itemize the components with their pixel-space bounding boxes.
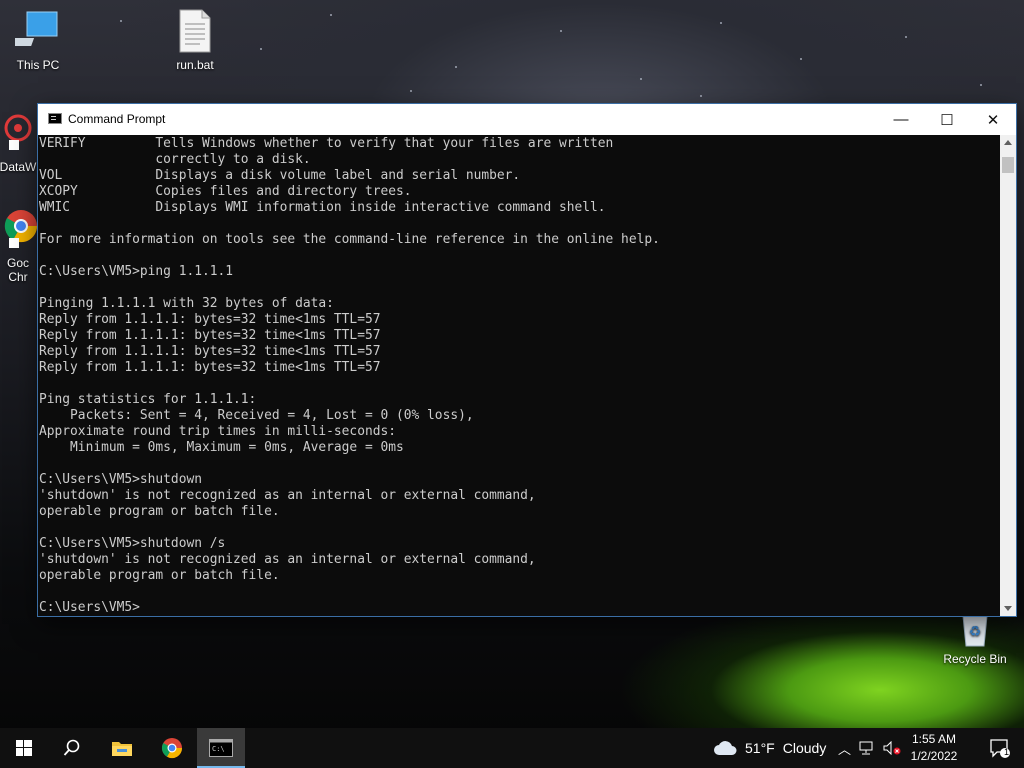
desktop-icon-this-pc[interactable]: This PC [0,8,76,72]
cmd-icon: C:\ [209,739,233,757]
desktop-icon-label: run.bat [176,58,214,72]
scrollbar-thumb[interactable] [1002,157,1014,173]
svg-text:C:\: C:\ [212,745,225,753]
windows-logo-icon [16,740,32,756]
search-icon [63,739,80,756]
clock-date: 1/2/2022 [910,749,958,763]
network-icon[interactable] [859,741,877,755]
window-title: Command Prompt [68,112,166,126]
taskbar: C:\ 51°F Cloudy ︿ 1:55 AM 1/2/2022 1 [0,728,1024,768]
desktop-icon-label: Recycle Bin [943,652,1007,666]
vertical-scrollbar[interactable] [1000,135,1016,616]
desktop-icon-label: This PC [16,58,60,72]
batch-file-icon [179,9,211,53]
computer-icon [15,11,58,46]
desktop-icon-recycle-bin[interactable]: ♻ Recycle Bin [937,612,1013,666]
terminal-output: VERIFY Tells Windows whether to verify t… [39,136,660,615]
cmd-icon [48,113,62,124]
folder-icon [112,742,132,756]
notification-center-button[interactable]: 1 [976,728,1024,768]
weather-condition: Cloudy [782,740,827,756]
chevron-up-icon[interactable]: ︿ [838,739,851,758]
terminal-area[interactable]: VERIFY Tells Windows whether to verify t… [38,135,1000,616]
weather-widget[interactable]: 51°F Cloudy [713,728,826,768]
datawrapper-icon [4,114,32,150]
minimize-button[interactable]: — [878,104,924,135]
cloud-icon [714,741,737,755]
command-prompt-window[interactable]: Command Prompt — ☐ ✕ VERIFY Tells Window… [38,104,1016,616]
notification-count-badge: 1 [1004,747,1010,757]
taskbar-chrome[interactable] [148,728,196,768]
clock-time: 1:55 AM [911,732,957,746]
clock[interactable]: 1:55 AM 1/2/2022 [899,731,969,765]
window-titlebar[interactable]: Command Prompt — ☐ ✕ [38,104,1016,135]
scroll-down-arrow-icon[interactable] [1004,606,1012,611]
chrome-icon [4,210,38,248]
maximize-button[interactable]: ☐ [924,104,970,135]
desktop-icon-run-bat[interactable]: run.bat [157,8,233,72]
close-button[interactable]: ✕ [970,104,1016,135]
start-button[interactable] [0,728,48,768]
chrome-icon [161,738,183,759]
taskbar-command-prompt[interactable]: C:\ [197,728,245,768]
weather-temp: 51°F [745,740,775,756]
taskbar-file-explorer[interactable] [98,728,146,768]
scroll-up-arrow-icon[interactable] [1004,140,1012,145]
search-button[interactable] [48,728,96,768]
svg-text:♻: ♻ [969,624,982,640]
recycle-bin-icon: ♻ [962,615,988,647]
system-tray: ︿ [838,728,903,768]
starry-sky [0,0,1024,110]
